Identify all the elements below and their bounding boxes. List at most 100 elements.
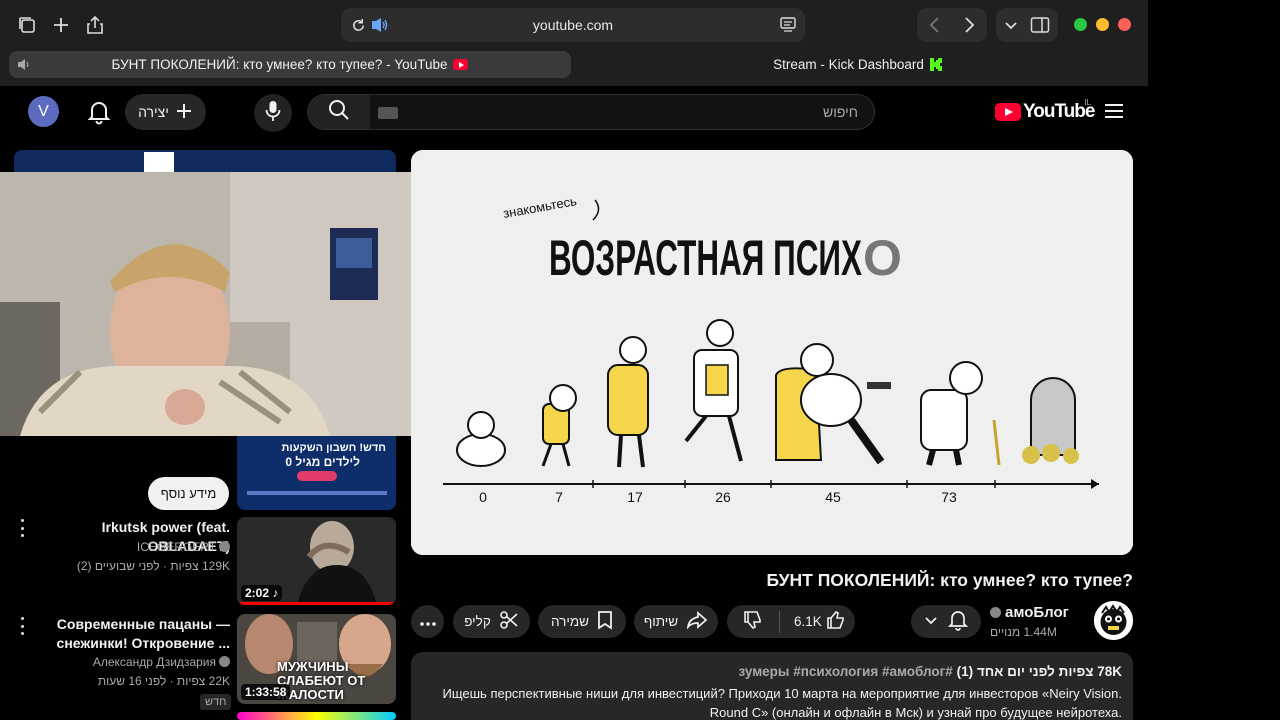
bell-icon [947,609,969,634]
ad-line-1: חדש! חשבון השקעות [281,442,386,454]
like-dislike-group: 6.1K [727,605,855,638]
verified-icon [219,656,230,667]
chevron-down-icon[interactable] [1004,19,1018,37]
save-button[interactable]: שמירה [538,605,626,638]
share-icon[interactable] [80,10,110,40]
video-meta: 129K צפיות · לפני שבועיים (2) [76,559,230,573]
address-bar[interactable]: youtube.com [341,8,805,42]
channel-name[interactable]: амоБлог [990,604,1069,621]
verified-icon [990,607,1001,618]
age-label: 0 [479,489,487,505]
youtube-favicon-icon [453,59,469,70]
forward-icon[interactable] [961,16,977,39]
screen-margin [1148,0,1280,720]
search-bar: חיפוש [307,94,875,130]
like-icon[interactable] [826,610,846,633]
age-label: 26 [715,489,731,505]
tab-audio-icon[interactable] [17,58,31,74]
list-item[interactable]: Современные пацаны — снежинки! Откровени… [14,615,230,695]
window-zoom-button[interactable] [1074,18,1087,31]
bookmark-icon [597,610,613,633]
save-label: שמירה [550,614,589,629]
reader-mode-icon[interactable] [779,15,799,35]
menu-icon[interactable] [1104,103,1124,119]
new-tab-icon[interactable] [46,10,76,40]
video-thumbnail[interactable]: 2:02 ♪ [237,517,396,605]
age-label: 7 [555,489,563,505]
subscription-button[interactable] [911,605,981,638]
list-item[interactable]: Irkutsk power (feat. OBLADAET) ICEGERGER… [14,518,230,578]
browser-chrome: youtube.com БУНТ ПОКОЛЕНИЙ: кто умнее? к… [0,0,1148,86]
description-text: Ищешь перспективные ниши для инвестиций?… [442,686,1123,720]
account-avatar[interactable]: V [28,96,59,127]
video-thumbnail[interactable] [237,712,396,720]
video-title: Современные пацаны — снежинки! Откровени… [56,616,230,651]
url-text: youtube.com [532,17,614,33]
thumbnail-caption: МУЖЧИНЫ СЛАБЕЮТ ОТ ЖАЛОСТИ [277,659,366,702]
video-thumbnail[interactable]: МУЖЧИНЫ СЛАБЕЮТ ОТ ЖАЛОСТИ 1:33:58 [237,614,396,704]
create-button[interactable]: יצירה [125,94,206,130]
age-label: 45 [825,489,841,505]
ad-cta [297,471,337,481]
channel-name: Александр Дзидзария [93,655,230,669]
kick-favicon-icon [929,58,942,71]
more-info-button[interactable]: מידע נוסף [148,477,229,510]
webcam-overlay [0,172,469,436]
window-tools [996,8,1058,42]
search-input[interactable]: חיפוש [823,104,858,120]
ad-logo [144,152,174,172]
webcam-image [0,172,469,436]
more-actions-button[interactable] [411,605,444,638]
dislike-icon[interactable] [743,610,765,633]
tab-kick[interactable]: Stream - Kick Dashboard [575,51,1140,78]
ad-card-top[interactable] [14,150,396,172]
youtube-play-icon [995,103,1021,121]
video-duration: 2:02 ♪ [241,585,283,601]
clip-button[interactable]: קליפ [453,605,530,638]
age-label: 73 [941,489,957,505]
plus-icon [175,102,193,123]
tab-overview-icon[interactable] [12,10,42,40]
sidebar-toggle-icon[interactable] [1030,16,1050,39]
verified-icon [219,541,230,552]
description-stats: 78K צפיות לפני יום אחד (1) #зумеры #псих… [738,664,1122,679]
music-note-icon: ♪ [272,586,279,600]
channel-text: Александр Дзидзария [92,655,216,669]
watch-progress-bar [237,602,396,605]
tab-title: Stream - Kick Dashboard [773,57,924,72]
video-frame: знакомьтесь ВОЗРАСТНАЯ ПСИХ О 0 7 17 26 … [411,150,1133,555]
youtube-logo[interactable]: YouTube IL [995,98,1095,124]
window-minimize-button[interactable] [1096,18,1109,31]
tab-youtube[interactable]: БУНТ ПОКОЛЕНИЙ: кто умнее? кто тупее? - … [9,51,571,78]
like-count[interactable]: 6.1K [794,614,822,629]
hashtags[interactable]: #зумеры #психология #амоблог [738,664,952,679]
voice-search-button[interactable] [254,94,292,132]
channel-name: ICEGERGERT [137,540,230,554]
navigation-buttons [917,8,987,42]
description-box[interactable]: 78K צפיות לפני יום אחד (1) #зумеры #псих… [411,652,1133,720]
window-close-button[interactable] [1118,18,1131,31]
search-button[interactable] [308,95,370,129]
ad-line-2: לילדים מגיל 0 [285,455,360,469]
video-player[interactable]: знакомьтесь ВОЗРАСТНАЯ ПСИХ О 0 7 17 26 … [411,150,1133,555]
channel-avatar[interactable] [1094,601,1133,640]
more-horizontal-icon [419,614,436,629]
share-button[interactable]: שיתוף [634,605,718,638]
subscriber-count: 1.44M מנויים [990,625,1057,639]
video-duration: 1:33:58 [241,684,291,700]
ad-thumbnail[interactable]: חדש! חשבון השקעות לילדים מגיל 0 [237,436,396,510]
microphone-icon [265,100,281,127]
video-meta: 22K צפיות · לפני 16 שעות [97,674,230,688]
notifications-bell-icon[interactable] [85,98,113,126]
ad-footer [247,491,387,495]
duration-text: 2:02 [245,586,270,600]
channel-avatar-image [1094,601,1133,640]
channel-name-text: амоБлог [1005,604,1069,621]
create-label: יצירה [138,104,169,120]
share-label: שיתוף [643,614,679,629]
logo-region: IL [1084,98,1091,107]
keyboard-icon[interactable] [378,107,398,119]
clip-label: קליפ [464,614,491,629]
channel-text: ICEGERGERT [136,540,216,554]
back-icon[interactable] [927,16,943,39]
